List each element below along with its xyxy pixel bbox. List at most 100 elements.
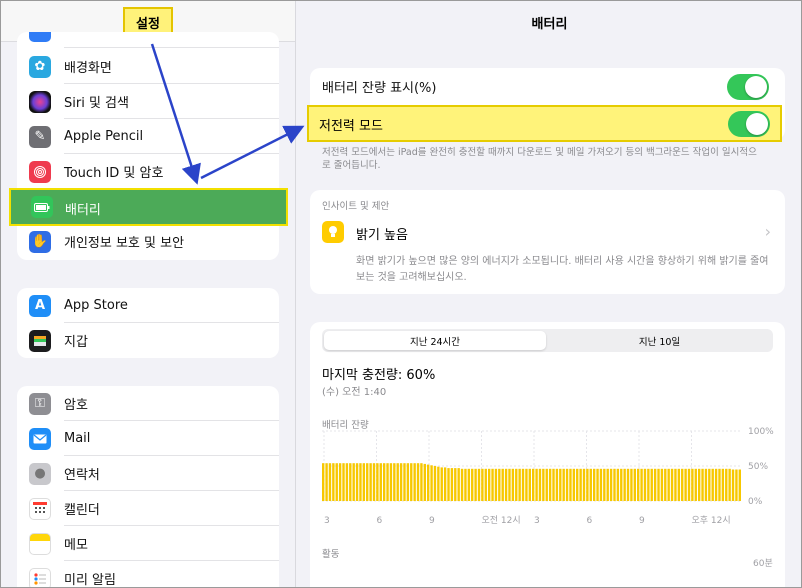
chart-bar xyxy=(396,463,399,501)
last-charge-level: 마지막 충전량: 60% xyxy=(322,368,436,383)
chart-bar xyxy=(623,468,626,501)
mail-icon xyxy=(29,427,51,450)
sidebar-item-label: 연락처 xyxy=(64,468,100,483)
chart-bar xyxy=(504,468,508,501)
chart-bar xyxy=(565,468,569,501)
low-power-mode-row: 저전력 모드 xyxy=(307,105,782,142)
chart-bar xyxy=(650,468,653,501)
toggle-knob xyxy=(746,113,768,135)
chart-bar xyxy=(582,468,586,501)
chart-bar xyxy=(657,468,660,501)
chart-bar xyxy=(542,468,545,501)
insight-title: 밝기 높음 xyxy=(356,228,408,243)
chart-bar xyxy=(684,468,687,501)
chart-xtick-label: 오전 12시 xyxy=(482,515,521,526)
battery-level-chart: 100% 50% 0% 3 6 9 오전 12시 3 6 9 오후 12시 xyxy=(322,427,774,526)
chart-bar xyxy=(613,468,616,501)
chart-bar xyxy=(687,468,691,501)
chart-bar xyxy=(518,468,521,501)
battery-percentage-toggle[interactable] xyxy=(727,74,769,100)
chart-bar xyxy=(559,468,562,501)
battery-icon xyxy=(31,196,53,218)
chart-bar xyxy=(718,468,721,501)
chart-bar xyxy=(393,463,396,501)
chart-bar xyxy=(487,468,491,501)
sidebar-item-notes[interactable]: 메모 xyxy=(17,526,279,561)
sidebar-item-label: 배터리 xyxy=(65,203,101,218)
sidebar-item-wallet[interactable]: 지갑 xyxy=(17,323,279,358)
sidebar-item-mail[interactable]: Mail xyxy=(17,421,279,456)
contacts-icon: ● xyxy=(29,462,51,485)
chart-bar xyxy=(738,469,741,501)
chart-bar xyxy=(328,463,332,501)
chart-bar xyxy=(708,468,711,501)
chart-bar xyxy=(538,468,542,501)
key-icon: ⚿ xyxy=(29,392,51,415)
battery-percentage-row: 배터리 잔량 표시(%) xyxy=(310,69,785,104)
chart-bar xyxy=(494,468,498,501)
chart-bar xyxy=(535,468,538,501)
sidebar-item-touch-id[interactable]: Touch ID 및 암호 xyxy=(17,154,279,189)
chart-bar xyxy=(386,463,389,501)
sidebar-item-top-partial[interactable] xyxy=(17,32,279,48)
chart-bar xyxy=(664,468,667,501)
chart-bar xyxy=(562,468,565,501)
sidebar-item-privacy[interactable]: ✋ 개인정보 보호 및 보안 xyxy=(17,224,279,259)
notes-icon xyxy=(29,532,51,555)
chart-bar xyxy=(433,466,437,501)
chart-bar xyxy=(545,468,548,501)
chart-bar xyxy=(694,468,697,501)
fingerprint-icon xyxy=(29,160,51,183)
app-store-icon: A xyxy=(29,294,51,317)
settings-sidebar: 설정 ✿ 배경화면 Siri 및 검색 ✎ Apple Pencil Touch… xyxy=(0,0,296,588)
chart-bar xyxy=(576,468,579,501)
chart-bar xyxy=(467,468,471,501)
sidebar-item-wallpaper[interactable]: ✿ 배경화면 xyxy=(17,49,279,84)
chart-bar xyxy=(420,463,423,501)
reminders-icon xyxy=(29,567,51,588)
chart-bar xyxy=(532,468,535,501)
low-power-mode-label: 저전력 모드 xyxy=(319,119,383,134)
sidebar-item-label: Apple Pencil xyxy=(64,129,144,144)
chart-bar xyxy=(592,468,596,501)
chart-bar xyxy=(477,468,481,501)
chart-bar xyxy=(443,467,447,501)
sidebar-item-contacts[interactable]: ● 연락처 xyxy=(17,456,279,491)
sidebar-item-siri[interactable]: Siri 및 검색 xyxy=(17,84,279,119)
sidebar-item-apple-pencil[interactable]: ✎ Apple Pencil xyxy=(17,119,279,154)
tab-last-10-days[interactable]: 지난 10일 xyxy=(548,331,771,350)
chart-bar xyxy=(525,468,528,501)
tab-last-24-hours[interactable]: 지난 24시간 xyxy=(324,331,546,350)
chart-bar xyxy=(349,463,352,501)
chart-bar xyxy=(589,468,592,501)
chart-bar xyxy=(359,463,362,501)
sidebar-item-calendar[interactable]: 캘린더 xyxy=(17,491,279,526)
chart-bar xyxy=(599,468,603,501)
low-power-mode-toggle[interactable] xyxy=(728,111,770,137)
chart-bar xyxy=(701,468,704,501)
chart-bar xyxy=(609,468,613,501)
chart-bar xyxy=(474,468,477,501)
sidebar-item-reminders[interactable]: 미리 알림 xyxy=(17,561,279,588)
chart-bar xyxy=(691,468,694,501)
insights-card: 인사이트 및 제안 밝기 높음 › 화면 밝기가 높으면 많은 양의 에너지가 … xyxy=(310,190,785,294)
chart-bar xyxy=(440,467,443,501)
chart-bar xyxy=(372,463,376,501)
sidebar-item-app-store[interactable]: A App Store xyxy=(17,288,279,323)
chart-bar xyxy=(667,468,670,501)
chart-bar xyxy=(552,468,555,501)
sidebar-item-passwords[interactable]: ⚿ 암호 xyxy=(17,386,279,421)
chart-bar xyxy=(366,463,369,501)
chart-bar xyxy=(338,463,342,501)
chart-bar xyxy=(572,468,576,501)
chart-bar xyxy=(677,468,681,501)
sidebar-item-label: 암호 xyxy=(64,398,88,413)
insight-brightness-row[interactable]: 밝기 높음 › xyxy=(310,218,785,246)
chart-bar xyxy=(389,463,393,501)
chart-bar xyxy=(640,468,643,501)
chart-bar xyxy=(731,469,735,501)
chart-bar xyxy=(471,468,474,501)
sidebar-item-battery[interactable]: 배터리 xyxy=(9,188,288,226)
chart-bar xyxy=(416,463,420,501)
chart-bar xyxy=(403,463,406,501)
